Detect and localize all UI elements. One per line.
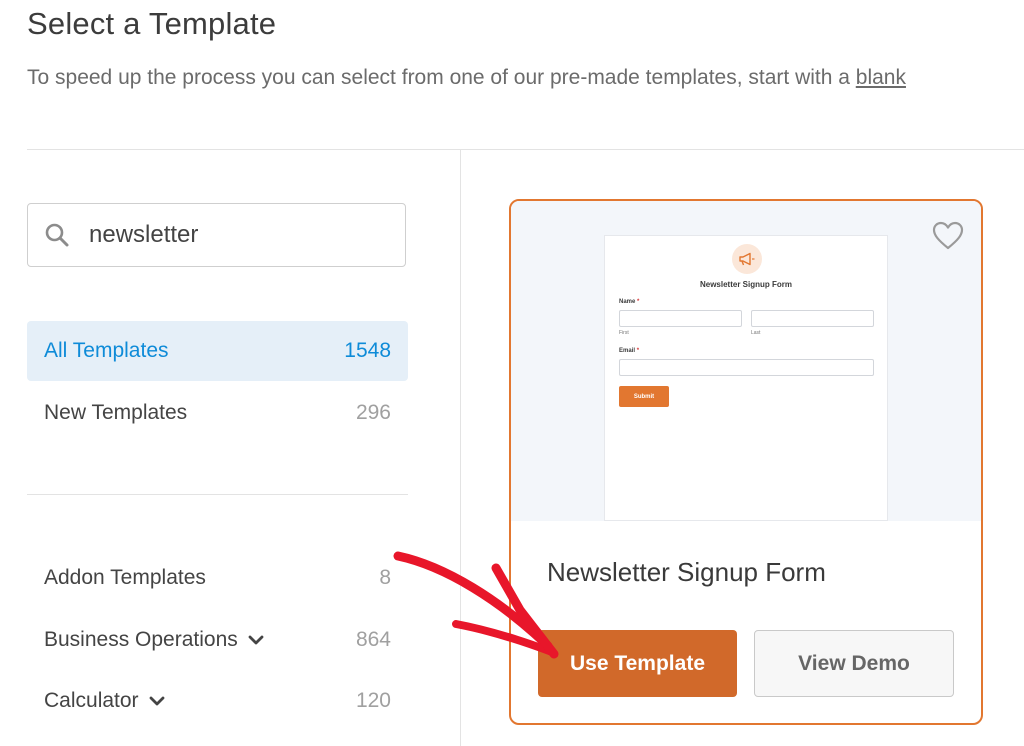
preview-email-label: Email * (619, 348, 639, 354)
category-label: Calculator (44, 689, 139, 712)
blank-form-link[interactable]: blank (856, 66, 906, 89)
megaphone-icon (732, 244, 762, 274)
category-label: Addon Templates (44, 566, 206, 589)
category-count: 296 (355, 401, 391, 424)
template-preview: Newsletter Signup Form Name * First Last… (511, 201, 981, 521)
template-search-box[interactable] (27, 203, 406, 267)
category-label-wrap: Business Operations (44, 628, 264, 652)
preview-first-sublabel: First (619, 330, 629, 336)
category-label: Business Operations (44, 628, 238, 651)
intro-text: To speed up the process you can select f… (27, 66, 906, 90)
category-label: New Templates (44, 401, 188, 424)
preview-last-sublabel: Last (751, 330, 761, 336)
category-addon-templates[interactable]: Addon Templates 8 (27, 548, 408, 608)
preview-submit-button: Submit (619, 386, 669, 407)
category-all-templates[interactable]: All Templates 1548 (27, 321, 408, 381)
page-title: Select a Template (27, 6, 277, 41)
preview-name-label-text: Name (619, 299, 636, 305)
template-card-title: Newsletter Signup Form (547, 557, 826, 587)
chevron-down-icon[interactable] (248, 632, 264, 648)
header-divider (27, 149, 1024, 150)
category-new-templates[interactable]: New Templates 296 (27, 383, 408, 443)
category-count: 1548 (344, 339, 391, 362)
template-card-newsletter-signup[interactable]: Newsletter Signup Form Name * First Last… (509, 199, 983, 725)
preview-email-label-text: Email (619, 348, 636, 354)
required-mark: * (637, 299, 640, 305)
category-label: All Templates (44, 339, 169, 362)
category-count: 8 (379, 566, 391, 589)
chevron-down-icon[interactable] (149, 693, 165, 709)
form-preview-sheet: Newsletter Signup Form Name * First Last… (604, 235, 888, 521)
preview-form-title: Newsletter Signup Form (699, 280, 792, 289)
intro-text-body: To speed up the process you can select f… (27, 66, 856, 89)
preview-first-name-field (619, 310, 742, 327)
view-demo-button[interactable]: View Demo (754, 630, 954, 697)
search-icon (43, 221, 71, 249)
preview-name-label: Name * (619, 299, 639, 305)
template-search-input[interactable] (87, 220, 371, 250)
column-divider (460, 150, 461, 746)
required-mark: * (636, 348, 640, 354)
category-business-operations[interactable]: Business Operations 864 (27, 610, 408, 670)
use-template-button[interactable]: Use Template (538, 630, 737, 697)
preview-email-field (619, 359, 874, 376)
category-calculator[interactable]: Calculator 120 (27, 671, 408, 731)
sidebar-divider (27, 494, 408, 495)
category-label-wrap: Calculator (44, 689, 165, 713)
category-count: 120 (355, 689, 391, 712)
heart-icon[interactable] (932, 221, 964, 251)
preview-last-name-field (751, 310, 874, 327)
category-count: 864 (355, 628, 391, 651)
